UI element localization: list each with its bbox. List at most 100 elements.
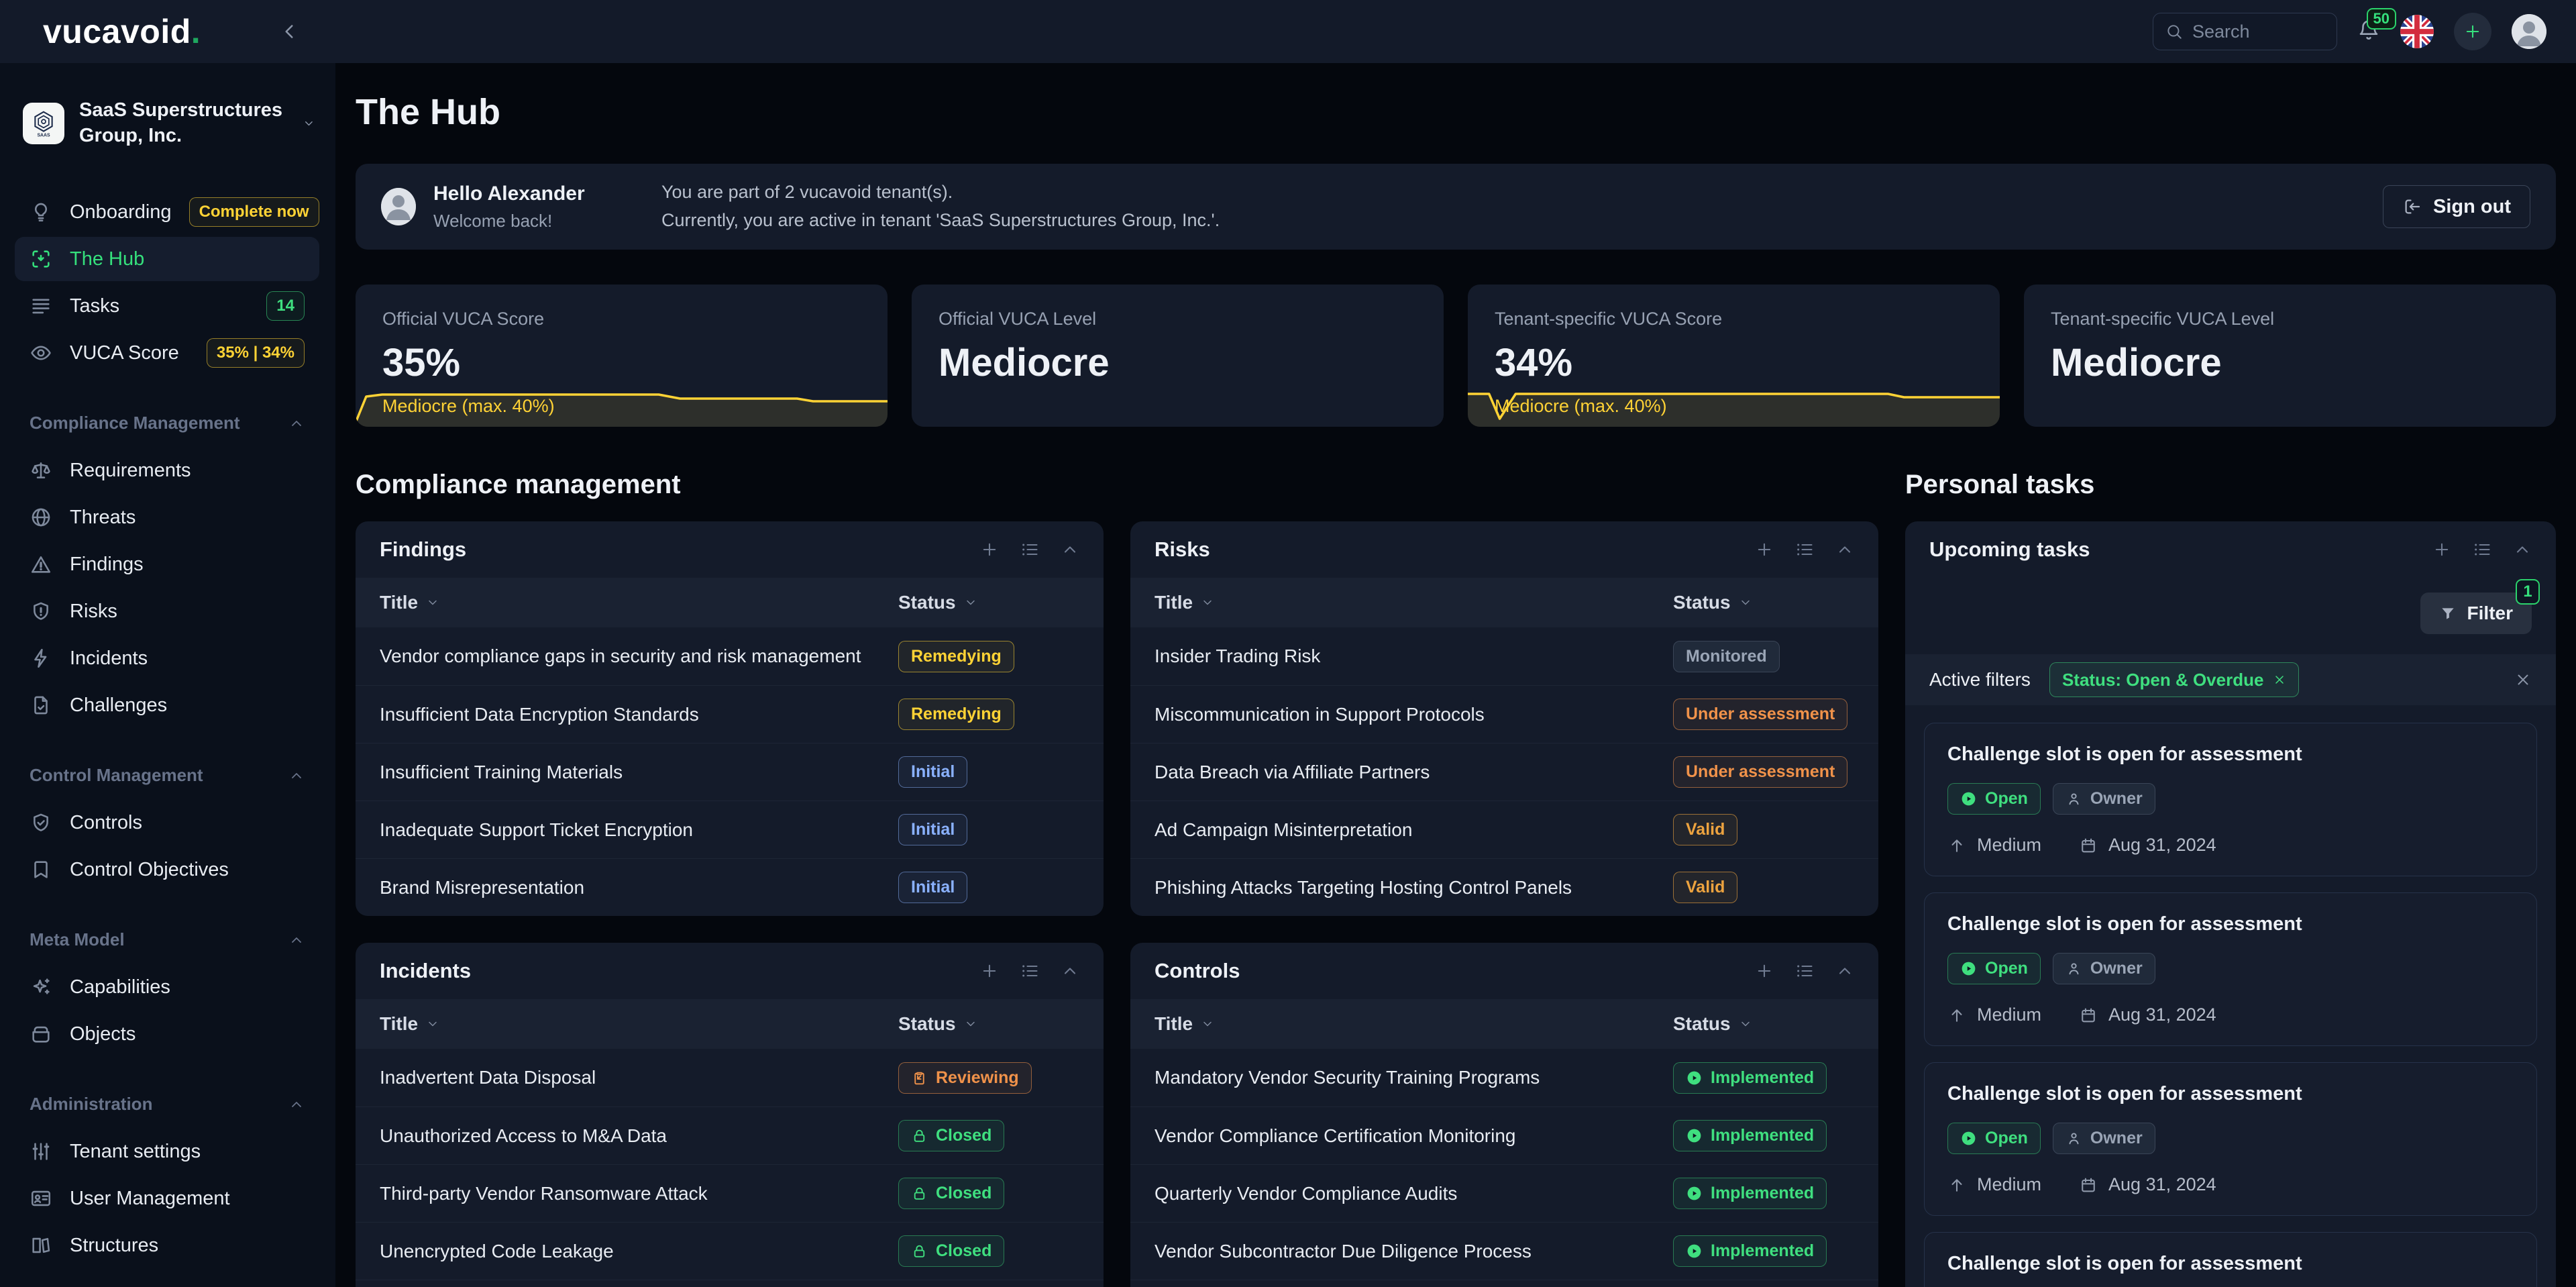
column-header-title[interactable]: Title: [1155, 1013, 1673, 1035]
list-view-icon[interactable]: [1020, 540, 1039, 559]
sidebar-item-vuca-score[interactable]: VUCA Score35% | 34%: [15, 331, 319, 375]
add-item-icon[interactable]: [2432, 540, 2451, 559]
filter-button[interactable]: Filter 1: [2420, 593, 2532, 634]
row-title: Insider Trading Risk: [1155, 646, 1673, 667]
table-row[interactable]: Inadvertent Data DisposalReviewing: [356, 1049, 1104, 1106]
sidebar-item-objects[interactable]: Objects: [15, 1012, 319, 1056]
table-row[interactable]: Quarterly Vendor Compliance AuditsImplem…: [1130, 1164, 1878, 1222]
column-header-title[interactable]: Title: [1155, 592, 1673, 613]
notifications-button[interactable]: 50: [2357, 19, 2380, 45]
clear-filters-icon[interactable]: [2514, 671, 2532, 688]
sidebar-item-tenant-settings[interactable]: Tenant settings: [15, 1129, 319, 1174]
add-item-icon[interactable]: [1755, 540, 1774, 559]
task-card[interactable]: Challenge slot is open for assessmentOpe…: [1924, 1232, 2537, 1287]
table-row[interactable]: Vendor Compliance Certification Monitori…: [1130, 1106, 1878, 1164]
task-badges: OpenOwner: [1947, 953, 2514, 984]
task-meta: MediumAug 31, 2024: [1947, 1005, 2514, 1025]
collapse-panel-icon[interactable]: [1061, 962, 1079, 980]
sidebar-section-header[interactable]: Meta Model: [0, 929, 335, 950]
vuca-score-cards: Official VUCA Score35%Mediocre (max. 40%…: [356, 285, 2556, 427]
sidebar-item-control-objectives[interactable]: Control Objectives: [15, 847, 319, 892]
active-filter-chip[interactable]: Status: Open & Overdue: [2049, 662, 2300, 697]
status-badge: Owner: [2053, 953, 2155, 984]
row-status: Closed: [898, 1178, 1079, 1209]
list-view-icon[interactable]: [1020, 962, 1039, 980]
sidebar-item-risks[interactable]: Risks: [15, 589, 319, 633]
language-flag-uk-icon[interactable]: [2400, 15, 2434, 48]
collapse-panel-icon[interactable]: [2513, 540, 2532, 559]
column-header-status[interactable]: Status: [898, 1013, 1079, 1035]
column-header-status[interactable]: Status: [1673, 1013, 1854, 1035]
table-row[interactable]: Brand MisrepresentationInitial: [356, 858, 1104, 916]
table-row[interactable]: Insufficient Training MaterialsInitial: [356, 743, 1104, 801]
add-item-icon[interactable]: [1755, 962, 1774, 980]
collapse-panel-icon[interactable]: [1061, 540, 1079, 559]
table-row[interactable]: Data Breach via Affiliate PartnersUnder …: [1130, 743, 1878, 801]
table-row[interactable]: Ad Campaign MisinterpretationValid: [1130, 801, 1878, 858]
sparkles-icon: [30, 976, 52, 998]
list-view-icon[interactable]: [1795, 962, 1814, 980]
add-item-icon[interactable]: [980, 962, 999, 980]
table-row[interactable]: Unauthorized Access to M&A DataClosed: [356, 1106, 1104, 1164]
filter-label: Filter: [2467, 603, 2513, 624]
chevron-down-icon: [426, 1017, 439, 1031]
table-row[interactable]: Insufficient Data Encryption StandardsRe…: [356, 685, 1104, 743]
main-content: The Hub Hello Alexander Welcome back! Yo…: [335, 63, 2576, 1287]
sidebar-item-controls[interactable]: Controls: [15, 801, 319, 845]
sidebar-item-onboarding[interactable]: OnboardingComplete now: [15, 190, 319, 234]
table-body: Inadvertent Data DisposalReviewingUnauth…: [356, 1049, 1104, 1287]
sidebar-collapse-button[interactable]: [278, 20, 301, 43]
sidebar-section-header[interactable]: Compliance Management: [0, 413, 335, 433]
create-new-button[interactable]: [2454, 13, 2491, 50]
sidebar-item-label: VUCA Score: [70, 342, 179, 364]
collapse-panel-icon[interactable]: [1835, 540, 1854, 559]
list-view-icon[interactable]: [2473, 540, 2491, 559]
table-row[interactable]: Vendor compliance gaps in security and r…: [356, 627, 1104, 685]
column-header-title[interactable]: Title: [380, 592, 898, 613]
table-row[interactable]: Secure Code ReviewImplemented: [1130, 1280, 1878, 1287]
sidebar-item-incidents[interactable]: Incidents: [15, 636, 319, 680]
sidebar-item-label: Tasks: [70, 295, 119, 317]
brand-logo[interactable]: vucavoid.: [43, 12, 201, 51]
sidebar-item-tasks[interactable]: Tasks14: [15, 284, 319, 328]
table-row[interactable]: Phishing Attacks Targeting Hosting Contr…: [1130, 858, 1878, 916]
sidebar-item-structures[interactable]: Structures: [15, 1223, 319, 1268]
sidebar-item-findings[interactable]: Findings: [15, 542, 319, 586]
sidebar-section-header[interactable]: Control Management: [0, 765, 335, 786]
sidebar-item-the-hub[interactable]: The Hub: [15, 237, 319, 281]
column-header-title[interactable]: Title: [380, 1013, 898, 1035]
table-row[interactable]: Inadequate Support Ticket EncryptionInit…: [356, 801, 1104, 858]
tenant-switcher[interactable]: SAAS SaaS Superstructures Group, Inc.: [23, 98, 315, 148]
sidebar-item-label: Structures: [70, 1235, 158, 1257]
table-row[interactable]: Mandatory Vendor Security Training Progr…: [1130, 1049, 1878, 1106]
table-row[interactable]: Unencrypted Code LeakageClosed: [356, 1222, 1104, 1280]
sidebar-section-meta-model: Meta Model CapabilitiesObjects: [0, 929, 335, 1056]
table-row[interactable]: Unauthorized Software PushRemedying: [356, 1280, 1104, 1287]
list-view-icon[interactable]: [1795, 540, 1814, 559]
tenant-name: SaaS Superstructures Group, Inc.: [79, 98, 288, 148]
remove-filter-icon[interactable]: [2273, 673, 2286, 686]
task-card[interactable]: Challenge slot is open for assessmentOpe…: [1924, 892, 2537, 1046]
row-title: Unencrypted Code Leakage: [380, 1241, 898, 1262]
search-input[interactable]: [2192, 21, 2313, 42]
task-card[interactable]: Challenge slot is open for assessmentOpe…: [1924, 1062, 2537, 1216]
task-card[interactable]: Challenge slot is open for assessmentOpe…: [1924, 723, 2537, 876]
sidebar-item-requirements[interactable]: Requirements: [15, 448, 319, 493]
collapse-panel-icon[interactable]: [1835, 962, 1854, 980]
table-row[interactable]: Miscommunication in Support ProtocolsUnd…: [1130, 685, 1878, 743]
user-avatar[interactable]: [2512, 14, 2546, 49]
sidebar-item-threats[interactable]: Threats: [15, 495, 319, 539]
column-header-status[interactable]: Status: [1673, 592, 1854, 613]
table-row[interactable]: Insider Trading RiskMonitored: [1130, 627, 1878, 685]
column-header-status[interactable]: Status: [898, 592, 1079, 613]
sidebar-item-challenges[interactable]: Challenges: [15, 683, 319, 727]
add-item-icon[interactable]: [980, 540, 999, 559]
sidebar-item-capabilities[interactable]: Capabilities: [15, 965, 319, 1009]
welcome-subtitle: Welcome back!: [433, 211, 641, 231]
table-row[interactable]: Third-party Vendor Ransomware AttackClos…: [356, 1164, 1104, 1222]
sidebar-section-header[interactable]: Administration: [0, 1094, 335, 1115]
sign-out-button[interactable]: Sign out: [2383, 185, 2530, 228]
sidebar-item-user-management[interactable]: User Management: [15, 1176, 319, 1221]
table-row[interactable]: Vendor Subcontractor Due Diligence Proce…: [1130, 1222, 1878, 1280]
score-sparkline: [1468, 388, 2000, 427]
